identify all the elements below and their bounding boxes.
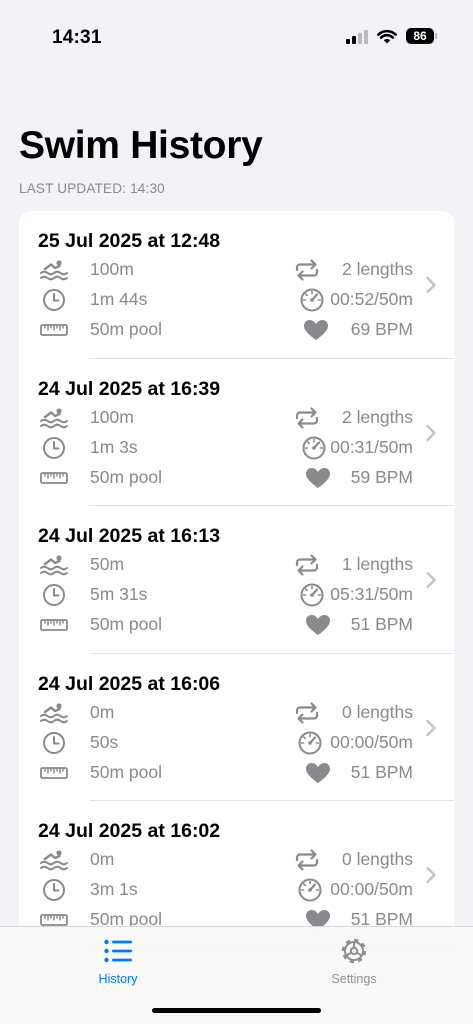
clock-icon xyxy=(39,287,69,313)
swim-session-row[interactable]: 25 Jul 2025 at 12:48 100m 2 lengths 1m 44s 0… xyxy=(19,211,454,359)
session-date: 24 Jul 2025 at 16:06 xyxy=(38,672,221,695)
session-duration: 50s xyxy=(90,731,119,752)
swimmer-icon xyxy=(39,847,69,873)
session-lengths: 0 lengths xyxy=(341,849,413,869)
chevron-right-icon xyxy=(425,276,437,294)
swimmer-icon xyxy=(39,405,69,431)
swimmer-icon xyxy=(39,552,69,578)
session-distance: 50m xyxy=(90,554,125,574)
session-lengths: 2 lengths xyxy=(341,406,413,427)
session-pace: 00:00/50m xyxy=(330,879,413,899)
session-distance: 0m xyxy=(90,849,115,869)
swim-session-row[interactable]: 24 Jul 2025 at 16:39 100m 2 lengths 1m 3s 00… xyxy=(19,359,454,506)
session-pool: 50m pool xyxy=(90,466,162,487)
session-heart-rate: 51 BPM xyxy=(350,761,413,782)
speedometer-icon xyxy=(299,435,329,461)
last-updated-label: LAST UPDATED: 14:30 xyxy=(19,181,165,196)
wifi-icon xyxy=(377,29,397,43)
status-icons: 86 xyxy=(346,28,437,44)
swimmer-icon xyxy=(39,700,69,726)
repeat-icon xyxy=(292,847,322,873)
session-lengths: 1 lengths xyxy=(341,554,413,574)
tab-history-label: History xyxy=(98,972,138,986)
chevron-right-icon xyxy=(425,719,437,737)
session-pace: 00:52/50m xyxy=(330,289,413,309)
session-date: 25 Jul 2025 at 12:48 xyxy=(38,230,221,252)
session-distance: 100m xyxy=(90,259,134,279)
repeat-icon xyxy=(292,405,322,431)
battery-level: 86 xyxy=(406,28,434,44)
session-pool: 50m pool xyxy=(90,761,162,782)
heart-icon xyxy=(301,317,331,343)
heart-icon xyxy=(303,760,333,786)
clock-icon xyxy=(39,877,69,903)
speedometer-icon xyxy=(295,730,325,756)
list-icon xyxy=(104,939,132,963)
page-title: Swim History xyxy=(19,124,263,167)
session-distance: 0m xyxy=(90,701,115,722)
chevron-right-icon xyxy=(425,571,437,589)
heart-icon xyxy=(303,612,333,638)
gear-icon xyxy=(341,938,367,964)
session-duration: 5m 31s xyxy=(90,584,148,604)
session-lengths: 2 lengths xyxy=(341,259,413,279)
session-pace: 05:31/50m xyxy=(330,584,413,604)
repeat-icon xyxy=(292,700,322,726)
ruler-icon xyxy=(39,760,69,786)
clock-icon xyxy=(39,730,69,756)
session-pace: 00:31/50m xyxy=(330,436,413,457)
swim-session-row[interactable]: 24 Jul 2025 at 16:13 50m 1 lengths 5m 31s 05… xyxy=(19,506,454,654)
speedometer-icon xyxy=(295,877,325,903)
session-distance: 100m xyxy=(90,406,134,427)
session-date: 24 Jul 2025 at 16:02 xyxy=(38,820,221,842)
session-duration: 1m 3s xyxy=(90,436,138,457)
swimmer-icon xyxy=(39,257,69,283)
cellular-signal-icon xyxy=(346,29,368,44)
repeat-icon xyxy=(292,257,322,283)
status-bar: 14:31 86 xyxy=(0,0,473,60)
session-heart-rate: 69 BPM xyxy=(350,319,413,339)
ruler-icon xyxy=(39,317,69,343)
clock-icon xyxy=(39,582,69,608)
session-date: 24 Jul 2025 at 16:39 xyxy=(38,377,221,400)
ruler-icon xyxy=(39,612,69,638)
session-heart-rate: 51 BPM xyxy=(350,614,413,634)
clock-icon xyxy=(39,435,69,461)
swim-session-list: 25 Jul 2025 at 12:48 100m 2 lengths 1m 44s 0… xyxy=(19,211,454,971)
speedometer-icon xyxy=(297,582,327,608)
battery-icon: 86 xyxy=(406,28,437,44)
session-duration: 3m 1s xyxy=(90,879,138,899)
tab-settings[interactable]: Settings xyxy=(309,935,399,986)
session-duration: 1m 44s xyxy=(90,289,148,309)
session-pace: 00:00/50m xyxy=(330,731,413,752)
tab-settings-label: Settings xyxy=(331,972,377,986)
home-indicator[interactable] xyxy=(152,1008,321,1013)
heart-icon xyxy=(303,465,333,491)
ruler-icon xyxy=(39,465,69,491)
session-lengths: 0 lengths xyxy=(341,701,413,722)
swim-session-row[interactable]: 24 Jul 2025 at 16:06 0m 0 lengths 50s 00:00/… xyxy=(19,654,454,801)
session-heart-rate: 59 BPM xyxy=(350,466,413,487)
chevron-right-icon xyxy=(425,424,437,442)
session-pool: 50m pool xyxy=(90,614,162,634)
chevron-right-icon xyxy=(425,866,437,884)
screen: 14:31 86 Swim History LAST UPDATED: 14:3… xyxy=(0,0,473,1024)
session-pool: 50m pool xyxy=(90,319,162,339)
speedometer-icon xyxy=(297,287,327,313)
repeat-icon xyxy=(292,552,322,578)
tab-history[interactable]: History xyxy=(73,935,163,986)
session-date: 24 Jul 2025 at 16:13 xyxy=(38,525,221,547)
status-time: 14:31 xyxy=(52,27,102,48)
